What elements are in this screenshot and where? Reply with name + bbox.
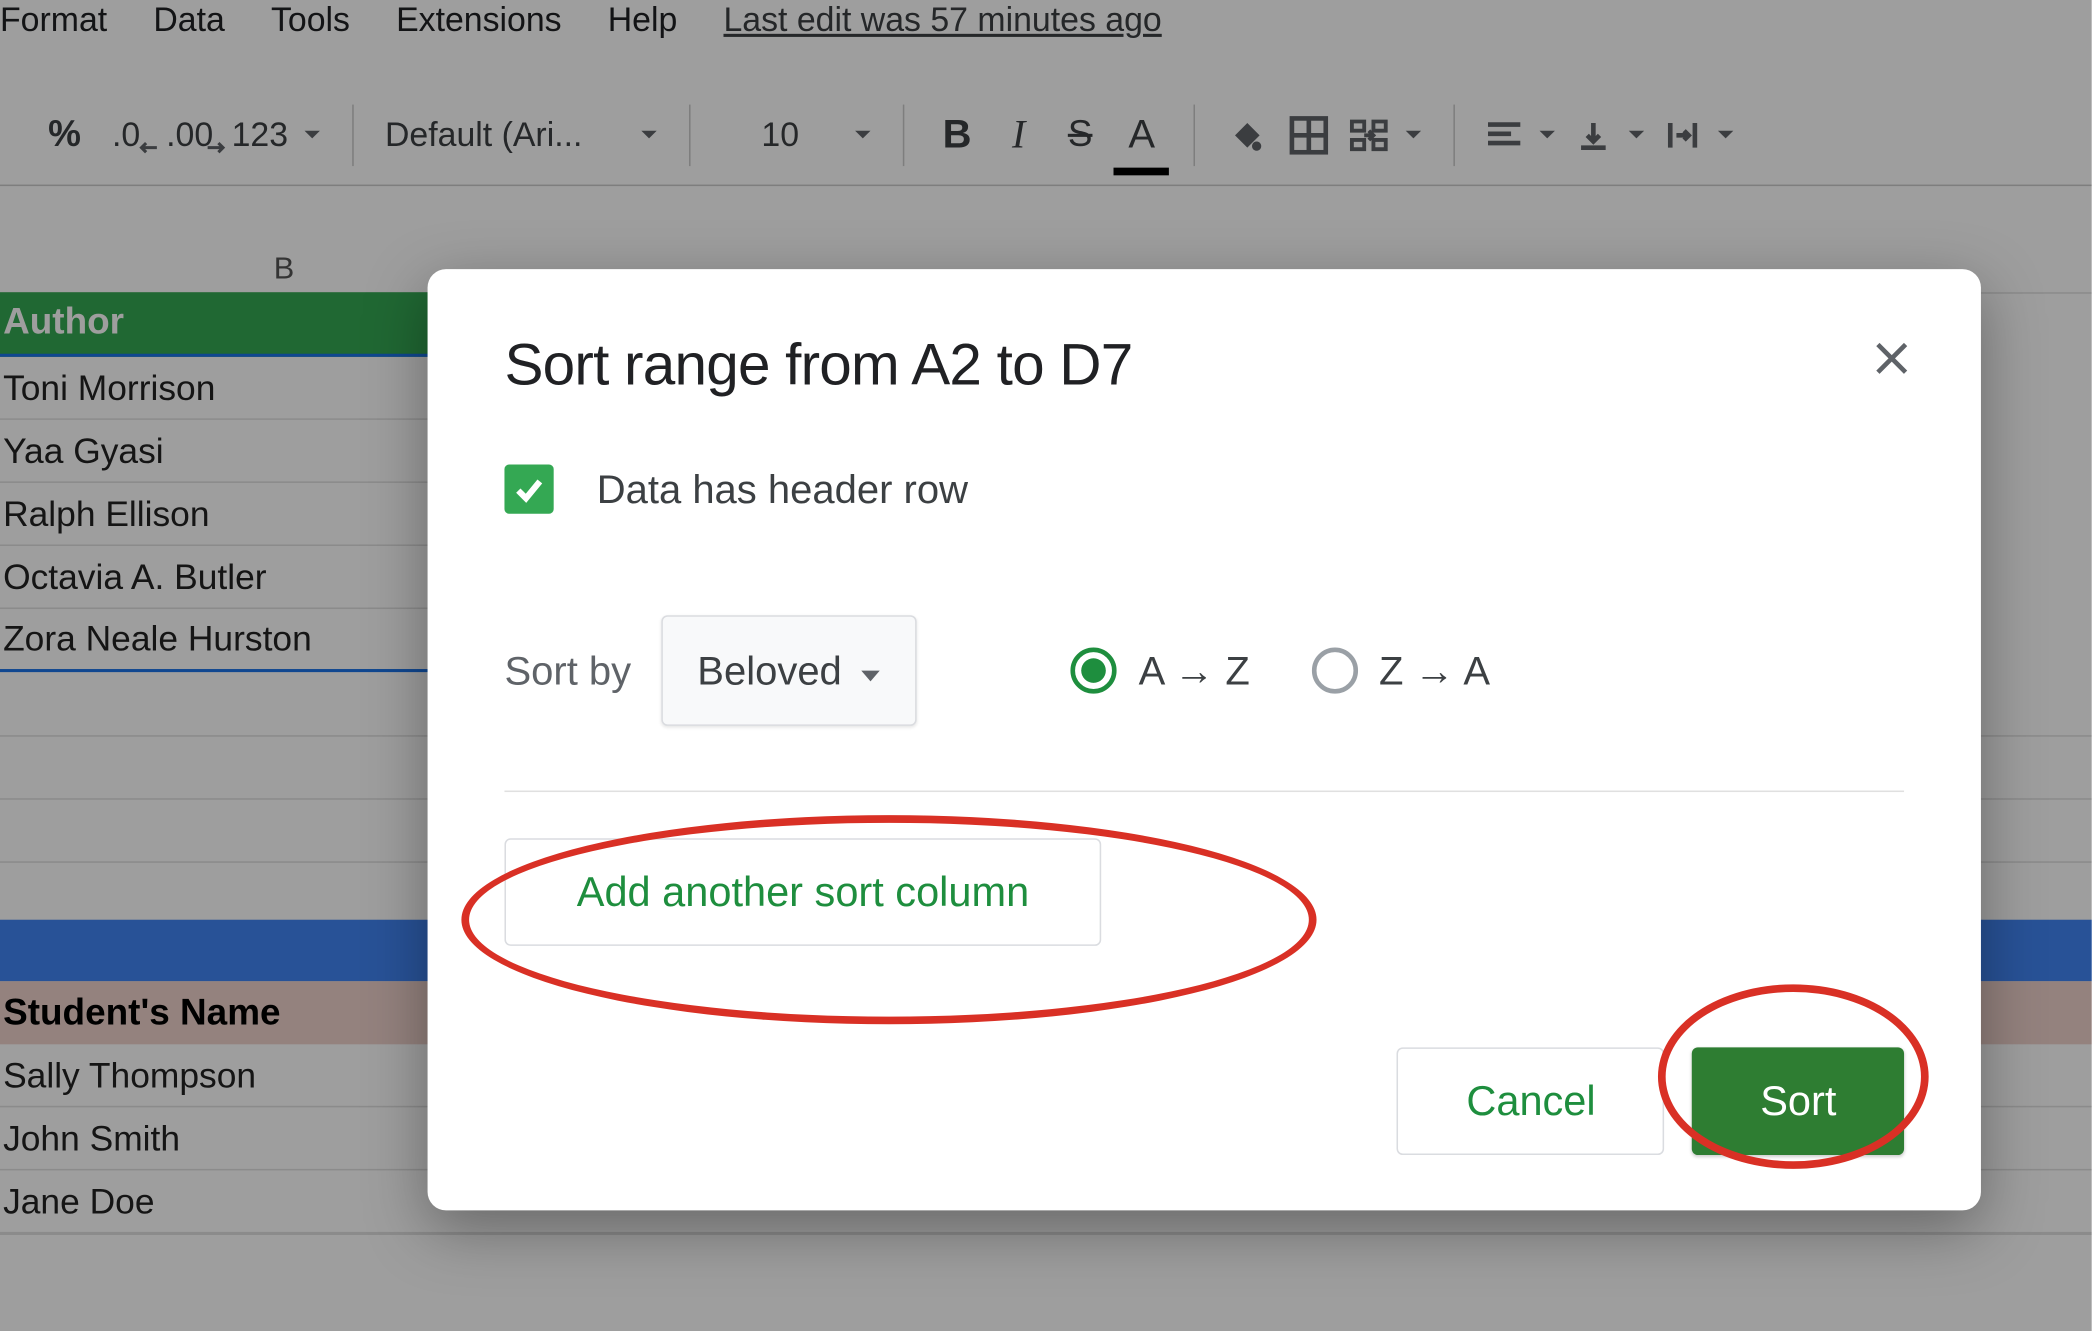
sort-order-radio-group: A → Z Z → A (1071, 647, 1490, 695)
chevron-down-icon (303, 128, 321, 140)
separator (690, 104, 692, 166)
menu-format[interactable]: Format (0, 0, 107, 40)
close-icon (1872, 338, 1912, 378)
radio-label: A → Z (1139, 647, 1250, 695)
radio-a-to-z[interactable]: A → Z (1071, 647, 1250, 695)
borders-icon (1289, 115, 1329, 155)
fill-color-button[interactable] (1217, 101, 1279, 169)
separator (353, 104, 355, 166)
chevron-down-icon (640, 128, 658, 140)
chevron-down-icon (1405, 128, 1423, 140)
chevron-down-icon (860, 647, 882, 695)
sort-range-dialog: Sort range from A2 to D7 Data has header… (428, 269, 1981, 1210)
chevron-down-icon (1538, 128, 1556, 140)
radio-circle-icon (1311, 647, 1357, 693)
increase-decimal-button[interactable]: .00 (157, 101, 223, 169)
separator (1194, 104, 1196, 166)
strikethrough-button[interactable]: S (1049, 101, 1111, 169)
radio-circle-icon (1071, 647, 1117, 693)
dialog-footer: Cancel Sort (1397, 1047, 1904, 1155)
menu-tools[interactable]: Tools (271, 0, 350, 40)
merge-cells-button[interactable] (1340, 101, 1432, 169)
merge-icon (1349, 115, 1389, 155)
radio-label: Z → A (1379, 647, 1490, 695)
dialog-title: Sort range from A2 to D7 (504, 334, 1904, 400)
sort-by-label: Sort by (504, 647, 631, 695)
menu-help[interactable]: Help (608, 0, 678, 40)
chevron-down-icon (1717, 128, 1735, 140)
font-size-dropdown[interactable]: 10 (713, 101, 882, 169)
header-row-checkbox-row: Data has header row (504, 464, 1904, 513)
horizontal-align-button[interactable] (1477, 101, 1566, 169)
chevron-down-icon (854, 128, 872, 140)
add-sort-column-button[interactable]: Add another sort column (504, 838, 1101, 946)
close-button[interactable] (1864, 331, 1919, 386)
toolbar: % .0 .00 123 Default (Ari... 10 B I S A (0, 85, 2092, 187)
vertical-align-button[interactable] (1566, 101, 1655, 169)
chevron-down-icon (1628, 128, 1646, 140)
menu-data[interactable]: Data (153, 0, 224, 40)
decrease-decimal-button[interactable]: .0 (95, 101, 157, 169)
wrap-icon (1665, 116, 1702, 153)
separator (1454, 104, 1456, 166)
cancel-button[interactable]: Cancel (1397, 1047, 1665, 1155)
valign-bottom-icon (1575, 116, 1612, 153)
last-edit-link[interactable]: Last edit was 57 minutes ago (723, 0, 1161, 40)
text-color-button[interactable]: A (1111, 101, 1173, 169)
text-wrap-button[interactable] (1655, 101, 1744, 169)
bold-button[interactable]: B (926, 101, 988, 169)
radio-z-to-a[interactable]: Z → A (1311, 647, 1490, 695)
menu-bar: Format Data Tools Extensions Help Last e… (0, 0, 2092, 46)
font-family-dropdown[interactable]: Default (Ari... (376, 101, 668, 169)
sort-by-value: Beloved (697, 647, 842, 695)
header-row-checkbox-label: Data has header row (597, 465, 968, 513)
sort-button[interactable]: Sort (1693, 1047, 1905, 1155)
header-row-checkbox[interactable] (504, 464, 553, 513)
italic-button[interactable]: I (988, 101, 1050, 169)
menu-extensions[interactable]: Extensions (396, 0, 562, 40)
column-header-b[interactable]: B (274, 252, 295, 287)
separator (903, 104, 905, 166)
paint-bucket-icon (1226, 113, 1269, 156)
borders-button[interactable] (1279, 101, 1341, 169)
divider (504, 791, 1904, 793)
sort-by-row: Sort by Beloved A → Z Z → A (504, 615, 1904, 726)
more-formats-button[interactable]: 123 (222, 101, 331, 169)
align-left-icon (1486, 116, 1523, 153)
format-percent-button[interactable]: % (34, 101, 96, 169)
check-icon (512, 472, 546, 506)
sort-by-dropdown[interactable]: Beloved (662, 615, 917, 726)
